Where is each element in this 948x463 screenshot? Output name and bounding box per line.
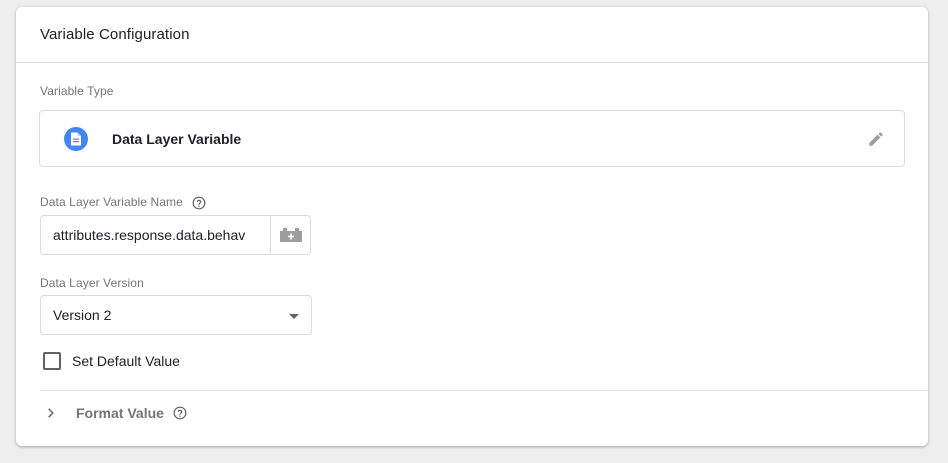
dlv-name-label: Data Layer Variable Name xyxy=(40,195,206,210)
dlv-version-label: Data Layer Version xyxy=(40,276,144,290)
default-value-label: Set Default Value xyxy=(72,353,180,369)
default-value-toggle[interactable]: Set Default Value xyxy=(43,352,180,370)
variable-picker-button[interactable] xyxy=(270,215,311,255)
variable-type-selector[interactable]: Data Layer Variable xyxy=(39,110,905,167)
variable-brick-icon xyxy=(279,227,302,243)
card-title: Variable Configuration xyxy=(40,26,190,43)
help-icon[interactable] xyxy=(192,196,206,210)
chevron-right-icon xyxy=(44,406,58,420)
pencil-icon[interactable] xyxy=(866,129,886,149)
section-divider xyxy=(40,390,928,391)
variable-configuration-card: Variable Configuration Variable Type Dat… xyxy=(16,7,928,446)
dlv-version-select[interactable]: Version 2 xyxy=(40,295,312,335)
dlv-version-value: Version 2 xyxy=(53,307,112,323)
document-icon xyxy=(64,127,88,151)
variable-type-name: Data Layer Variable xyxy=(112,130,242,147)
format-value-expander[interactable]: Format Value xyxy=(44,405,187,421)
variable-type-label: Variable Type xyxy=(40,84,114,98)
help-icon[interactable] xyxy=(173,406,187,420)
dropdown-arrow-icon xyxy=(289,314,299,319)
default-value-checkbox[interactable] xyxy=(43,352,61,370)
dlv-name-label-text: Data Layer Variable Name xyxy=(40,195,183,209)
dlv-name-input[interactable] xyxy=(40,215,270,255)
dlv-name-row xyxy=(40,215,311,255)
format-value-label: Format Value xyxy=(76,405,164,421)
card-header: Variable Configuration xyxy=(16,7,928,63)
